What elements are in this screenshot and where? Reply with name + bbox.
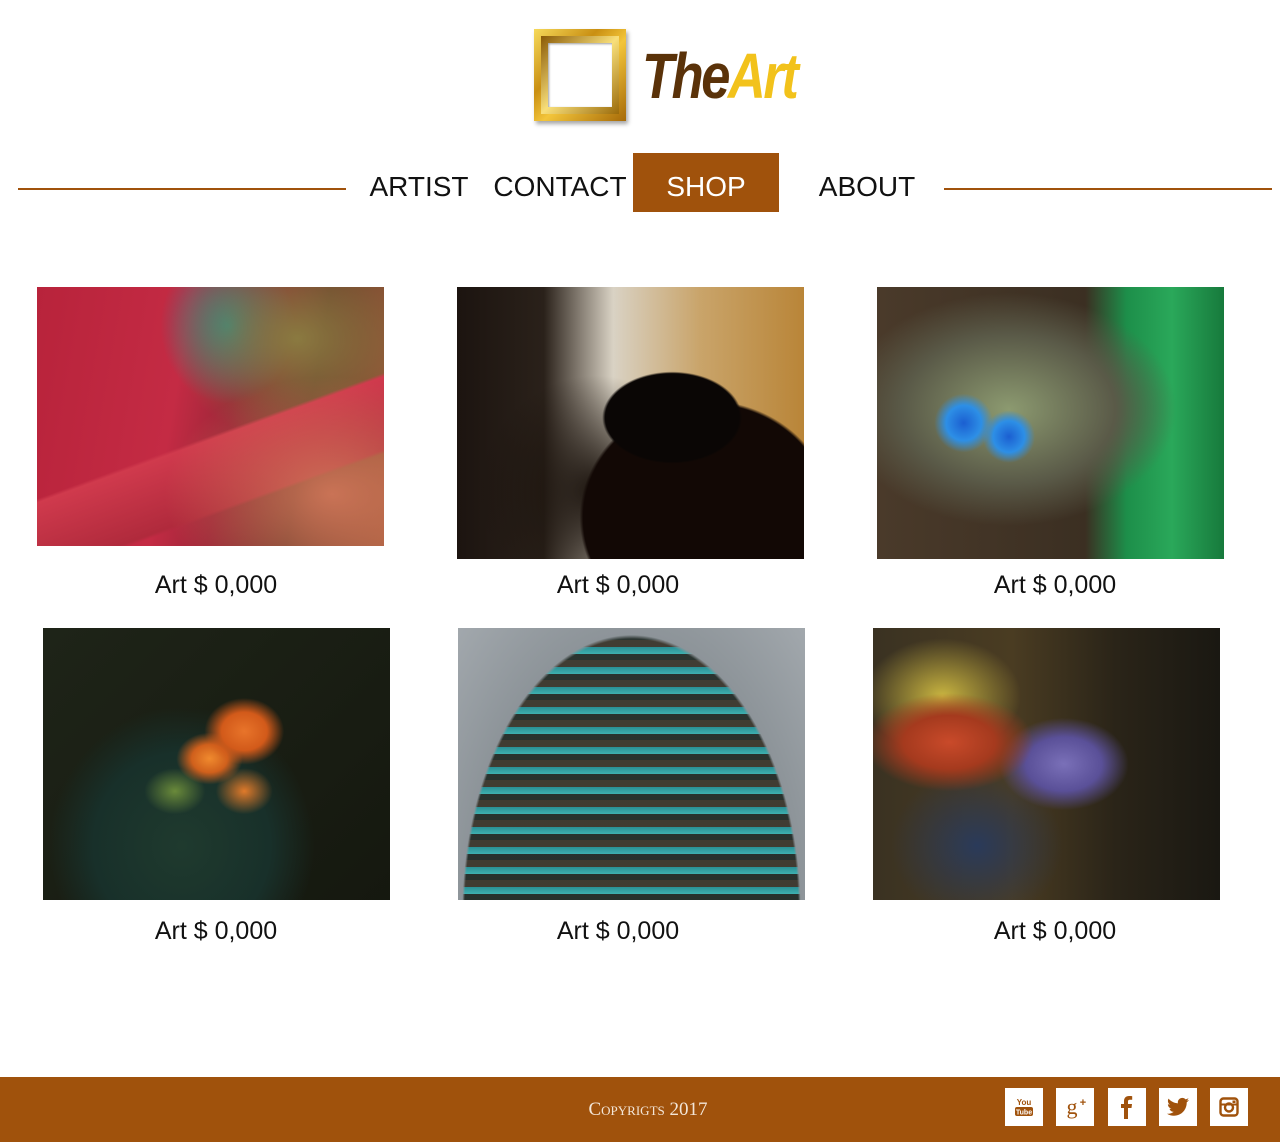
youtube-icon[interactable]: You Tube: [1005, 1088, 1043, 1126]
logo-wordmark: TheArt: [642, 40, 799, 112]
nav-item-about[interactable]: ABOUT: [800, 153, 934, 212]
svg-text:You: You: [1017, 1098, 1032, 1107]
artwork-image[interactable]: [873, 628, 1220, 900]
artwork-image[interactable]: [877, 287, 1224, 559]
artwork-price: Art $ 0,000: [556, 571, 680, 599]
nav-item-artist[interactable]: ARTIST: [358, 153, 480, 212]
nav-item-contact[interactable]: CONTACT: [490, 153, 630, 212]
artwork-price: Art $ 0,000: [993, 917, 1117, 945]
copyright-text: Copyrigts 2017: [588, 1099, 708, 1120]
svg-text:Tube: Tube: [1016, 1110, 1032, 1117]
artwork-price: Art $ 0,000: [154, 571, 278, 599]
svg-text:+: +: [1080, 1097, 1086, 1109]
nav-divider-left: [18, 188, 346, 190]
artwork-price: Art $ 0,000: [556, 917, 680, 945]
instagram-icon[interactable]: [1210, 1088, 1248, 1126]
svg-text:g: g: [1067, 1095, 1078, 1119]
artwork-image[interactable]: [37, 287, 384, 546]
sky-overlay: [458, 628, 805, 900]
site-footer: Copyrigts 2017 You Tube g +: [0, 1077, 1280, 1142]
twitter-icon[interactable]: [1159, 1088, 1197, 1126]
picture-frame-icon: [534, 29, 626, 121]
site-logo[interactable]: TheArt: [530, 26, 830, 126]
artwork-price: Art $ 0,000: [993, 571, 1117, 599]
artwork-image[interactable]: [457, 287, 804, 559]
nav-divider-right: [944, 188, 1272, 190]
artwork-image[interactable]: [458, 628, 805, 900]
facebook-icon[interactable]: [1108, 1088, 1146, 1126]
artwork-price: Art $ 0,000: [154, 917, 278, 945]
google-plus-icon[interactable]: g +: [1056, 1088, 1094, 1126]
nav-item-shop[interactable]: SHOP: [633, 153, 779, 212]
artwork-image[interactable]: [43, 628, 390, 900]
